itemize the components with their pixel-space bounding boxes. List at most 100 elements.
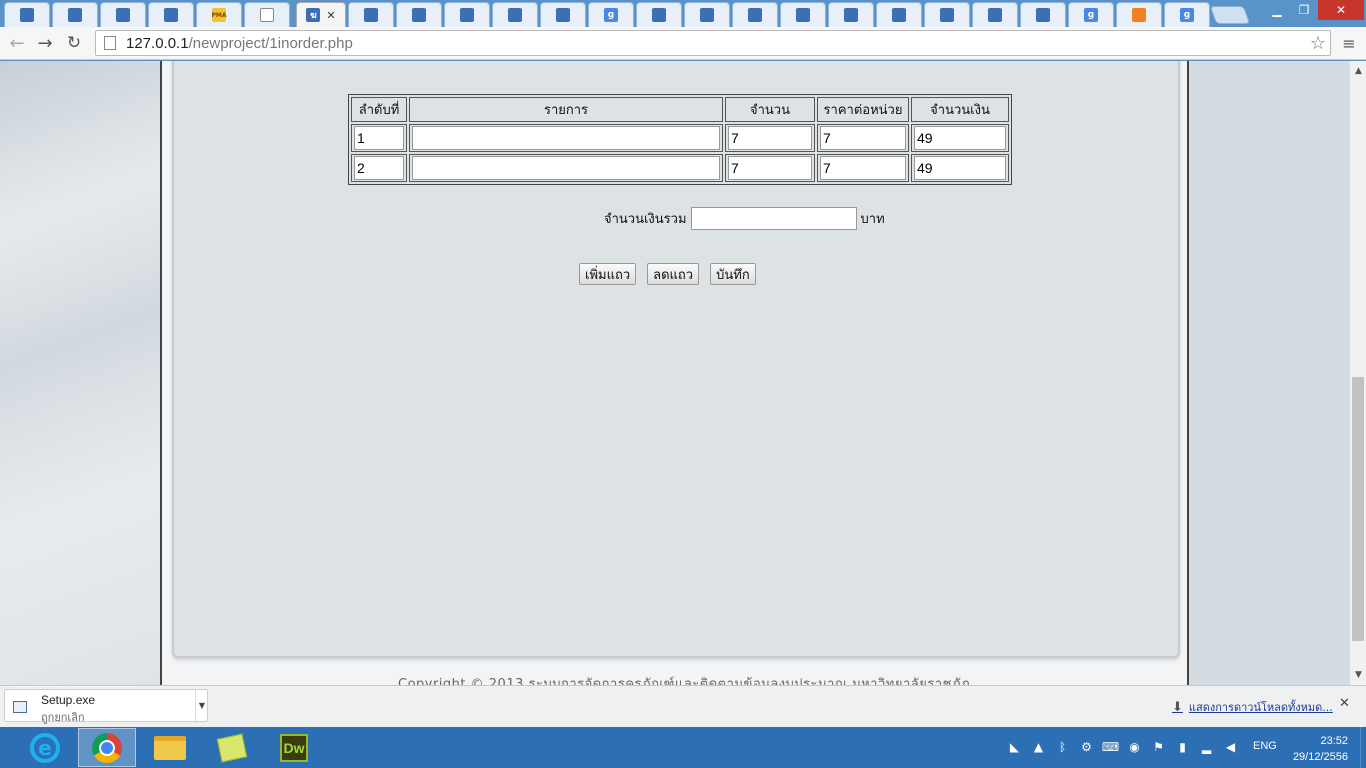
volume-icon[interactable]: ◀: [1222, 738, 1239, 755]
taskbar-chrome-button[interactable]: [78, 728, 136, 767]
tab[interactable]: [636, 2, 682, 27]
download-item[interactable]: Setup.exe ถูกยกเลิก ▼: [4, 689, 208, 724]
remove-row-button[interactable]: ลดแถว: [647, 263, 700, 285]
tab[interactable]: [396, 2, 442, 27]
taskbar-notes-button[interactable]: [203, 728, 261, 767]
tab[interactable]: [100, 2, 146, 27]
clock[interactable]: 23:52 29/12/2556: [1290, 733, 1348, 765]
file-icon: [13, 701, 27, 713]
save-button[interactable]: บันทึก: [710, 263, 756, 285]
tab[interactable]: [444, 2, 490, 27]
tab[interactable]: PMA: [196, 2, 242, 27]
chevron-down-icon[interactable]: ▼: [195, 690, 208, 721]
vertical-scrollbar[interactable]: ▲ ▼: [1349, 61, 1366, 685]
site-icon: ฆ: [306, 8, 321, 22]
sticky-notes-icon: [216, 733, 248, 762]
site-icon: [68, 8, 82, 22]
windows-taskbar: e Dw ◣ ▲ ᛒ ⚙ ⌨ ◉ ⚑ ▮ ▂ ◀ ENG 23:52 29/12…: [0, 727, 1366, 768]
site-icon: [940, 8, 954, 22]
scroll-thumb[interactable]: [1352, 377, 1364, 641]
row-price-input[interactable]: [820, 126, 906, 150]
tab[interactable]: [828, 2, 874, 27]
row-no-input[interactable]: [354, 156, 404, 180]
row-amount-input[interactable]: [914, 126, 1006, 150]
tab[interactable]: [348, 2, 394, 27]
tab[interactable]: [780, 2, 826, 27]
tab[interactable]: [1116, 2, 1162, 27]
site-icon: [700, 8, 714, 22]
row-qty-input[interactable]: [728, 156, 812, 180]
close-window-button[interactable]: ✕: [1318, 0, 1364, 20]
tab[interactable]: [924, 2, 970, 27]
tab[interactable]: [540, 2, 586, 27]
tab[interactable]: [732, 2, 778, 27]
reload-button[interactable]: ↻: [61, 31, 87, 55]
language-indicator[interactable]: ENG: [1253, 740, 1277, 752]
bluetooth-icon[interactable]: ᛒ: [1054, 738, 1071, 755]
tab[interactable]: [876, 2, 922, 27]
dreamweaver-icon: Dw: [280, 733, 308, 762]
tab[interactable]: [684, 2, 730, 27]
show-desktop-button[interactable]: [1360, 727, 1366, 768]
forward-button[interactable]: →: [32, 31, 58, 55]
row-no-input[interactable]: [354, 126, 404, 150]
site-icon: [556, 8, 570, 22]
address-bar[interactable]: 127.0.0.1/newproject/1inorder.php ☆: [95, 30, 1331, 56]
tab[interactable]: [1020, 2, 1066, 27]
download-file-name: Setup.exe: [41, 693, 96, 707]
add-row-button[interactable]: เพิ่มแถว: [579, 263, 637, 285]
background-left: [0, 61, 160, 685]
table-header-row: ลำดับที่ รายการ จำนวน ราคาต่อหน่วย จำนวน…: [351, 97, 1009, 122]
content-panel: ลำดับที่ รายการ จำนวน ราคาต่อหน่วย จำนวน…: [172, 61, 1180, 658]
row-amount-input[interactable]: [914, 156, 1006, 180]
chrome-menu-icon[interactable]: ≡: [1340, 33, 1358, 53]
keyboard-icon[interactable]: ⌨: [1102, 738, 1119, 755]
row-item-input[interactable]: [412, 126, 720, 150]
site-icon: [892, 8, 906, 22]
close-icon[interactable]: ✕: [1339, 696, 1350, 711]
total-input[interactable]: [690, 207, 857, 230]
tab[interactable]: [4, 2, 50, 27]
signal-icon[interactable]: ▂: [1198, 738, 1215, 755]
battery-icon[interactable]: ▮: [1174, 738, 1191, 755]
header-unit-price: ราคาต่อหน่วย: [817, 97, 909, 122]
settings-icon[interactable]: ⚙: [1078, 738, 1095, 755]
site-icon: [364, 8, 378, 22]
row-price-input[interactable]: [820, 156, 906, 180]
row-item-input[interactable]: [412, 156, 720, 180]
minimize-button[interactable]: ▁: [1263, 0, 1291, 20]
new-tab-button[interactable]: [1209, 6, 1251, 24]
tab[interactable]: g: [1068, 2, 1114, 27]
back-button[interactable]: ←: [4, 31, 30, 55]
app-tray-icon[interactable]: ◉: [1126, 738, 1143, 755]
tab[interactable]: [244, 2, 290, 27]
clock-date: 29/12/2556: [1292, 751, 1348, 763]
drive-icon[interactable]: ▲: [1030, 738, 1047, 755]
tab[interactable]: [492, 2, 538, 27]
site-icon: [988, 8, 1002, 22]
flag-icon[interactable]: ⚑: [1150, 738, 1167, 755]
scroll-up-icon[interactable]: ▲: [1350, 63, 1366, 79]
tab-active[interactable]: ฆ ✕: [296, 2, 346, 27]
table-row: [351, 124, 1009, 152]
scroll-down-icon[interactable]: ▼: [1350, 667, 1366, 683]
taskbar-explorer-button[interactable]: [141, 728, 199, 767]
total-unit: บาท: [860, 212, 885, 227]
tab[interactable]: [148, 2, 194, 27]
tab[interactable]: [52, 2, 98, 27]
bookmark-star-icon[interactable]: ☆: [1310, 33, 1326, 54]
tab[interactable]: g: [588, 2, 634, 27]
taskbar-ie-button[interactable]: e: [16, 728, 74, 767]
site-icon: [748, 8, 762, 22]
total-label: จำนวนเงินรวม: [604, 212, 687, 227]
show-all-downloads-link[interactable]: ⬇ แสดงการดาวน์โหลดทั้งหมด...: [1172, 698, 1333, 716]
tab-close-icon[interactable]: ✕: [326, 9, 335, 22]
row-qty-input[interactable]: [728, 126, 812, 150]
taskbar-dreamweaver-button[interactable]: Dw: [265, 728, 323, 767]
maximize-button[interactable]: ❐: [1291, 0, 1317, 20]
tab[interactable]: [972, 2, 1018, 27]
nvidia-icon[interactable]: ◣: [1006, 738, 1023, 755]
google-icon: g: [604, 8, 618, 22]
tab[interactable]: g: [1164, 2, 1210, 27]
copyright-text: Copyright © 2013 ระบบการจัดการครุภัณฑ์แล…: [398, 677, 971, 685]
